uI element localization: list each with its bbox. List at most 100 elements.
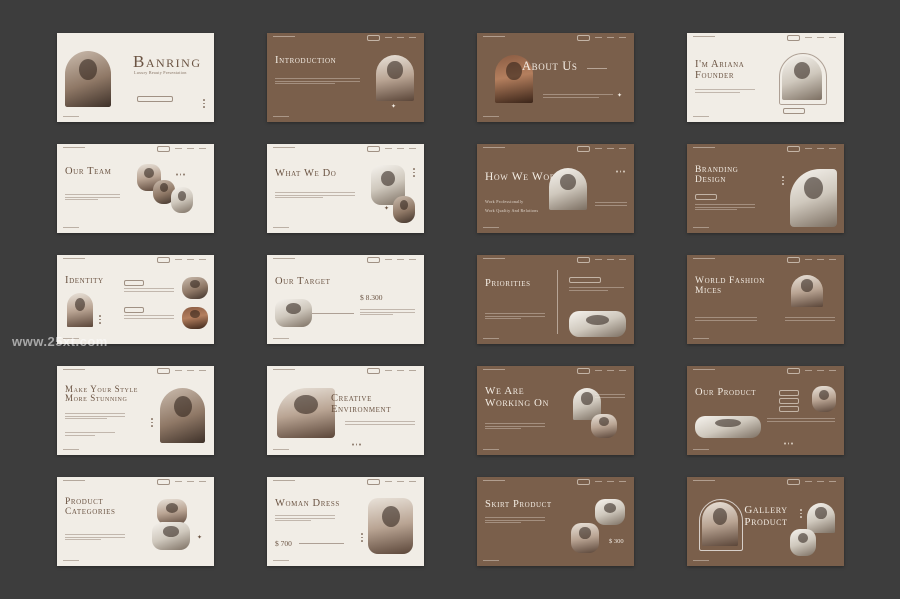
slide-our-target[interactable]: Our Target $ 8.300 [267, 255, 424, 344]
sparkle-icon: ✦ [384, 205, 390, 212]
slide-footer [273, 448, 289, 450]
slide-title: Branding Design [695, 165, 739, 185]
slide-our-product[interactable]: Our Product [687, 366, 844, 455]
slide-footer [483, 559, 499, 561]
product-chip-1 [779, 390, 799, 396]
slide-topbar [483, 257, 628, 263]
identity-photo-1 [67, 293, 93, 327]
founder-chip [783, 108, 805, 114]
slide-priorities[interactable]: Priorities [477, 255, 634, 344]
sparkle-icon: ✦ [617, 92, 623, 99]
gallery-photo-3 [790, 529, 816, 556]
slide-title: About Us [522, 59, 578, 73]
slide-about-us[interactable]: About Us ✦ [477, 33, 634, 122]
slide-title: Creative Environment [331, 393, 392, 416]
dots-icon [351, 443, 361, 445]
slide-introduction[interactable]: Introduction ✦ [267, 33, 424, 122]
slide-footer [483, 226, 499, 228]
body-text [275, 192, 355, 200]
slide-creative-environment[interactable]: Creative Environment [267, 366, 424, 455]
slide-topbar [273, 368, 418, 374]
slide-make-your-style[interactable]: Make Your Style More Stunning [57, 366, 214, 455]
skirt-photo-1 [595, 499, 625, 525]
body-text [124, 315, 174, 320]
slide-topbar [483, 35, 628, 41]
product-chip-3 [779, 406, 799, 412]
body-text [345, 421, 415, 426]
slide-footer [693, 559, 709, 561]
slide-topbar [63, 368, 208, 374]
body-text [124, 288, 174, 293]
cover-subtitle: Luxury Beauty Presentation [134, 70, 187, 75]
slide-woman-dress[interactable]: Woman Dress $ 700 [267, 477, 424, 566]
body-text [569, 287, 624, 292]
slide-title: Identity [65, 275, 104, 286]
identity-chip-2 [124, 307, 144, 313]
slide-our-team[interactable]: Our Team [57, 144, 214, 233]
slide-world-fashion[interactable]: World Fashion Mices [687, 255, 844, 344]
branding-photo [790, 169, 837, 227]
slide-footer [483, 115, 499, 117]
slide-footer [273, 337, 289, 339]
divider [557, 270, 558, 334]
slide-footer [63, 559, 79, 561]
dots-icon [413, 168, 415, 179]
slide-title: World Fashion Mices [695, 276, 765, 296]
slide-topbar [63, 146, 208, 152]
dots-icon [99, 315, 101, 326]
slide-title: Our Target [275, 276, 331, 287]
slide-founder[interactable]: I'm Ariana Founder [687, 33, 844, 122]
slide-footer [693, 337, 709, 339]
slide-topbar [273, 35, 418, 41]
slide-title: Make Your Style More Stunning [65, 384, 139, 404]
slide-title: Priorities [485, 278, 531, 289]
body-text [785, 317, 835, 322]
slide-branding-design[interactable]: Branding Design [687, 144, 844, 233]
identity-photo-2 [182, 277, 208, 299]
slide-what-we-do[interactable]: What We Do ✦ [267, 144, 424, 233]
body-text [65, 534, 125, 542]
priorities-chip [569, 277, 601, 283]
dots-icon [800, 509, 802, 520]
team-photo-3 [171, 187, 193, 213]
slide-how-we-work[interactable]: How We Work Work Professionally Work Qua… [477, 144, 634, 233]
slide-footer [693, 226, 709, 228]
slide-gallery-product[interactable]: Gallery Product [687, 477, 844, 566]
slide-product-categories[interactable]: Product Categories ✦ [57, 477, 214, 566]
work-item-2: Work Quality And Relations [485, 208, 539, 213]
what-photo-2 [393, 196, 415, 223]
body-text [275, 515, 335, 523]
watermark-text: www.25xt.com [12, 334, 108, 349]
slide-footer [693, 115, 709, 117]
slide-footer [483, 448, 499, 450]
body-text [360, 309, 415, 317]
slide-topbar [63, 479, 208, 485]
body-text [595, 394, 625, 399]
slide-skirt-product[interactable]: Skirt Product $ 300 [477, 477, 634, 566]
body-text [695, 317, 757, 322]
slide-title: Skirt Product [485, 499, 552, 510]
slide-topbar [693, 35, 838, 41]
divider [299, 543, 344, 544]
body-text [595, 202, 627, 207]
skirt-price: $ 300 [609, 538, 624, 545]
slide-footer [483, 337, 499, 339]
slide-footer [693, 448, 709, 450]
slide-title: We Are Working On [485, 385, 549, 409]
fashion-photo [791, 275, 823, 307]
divider [587, 68, 607, 69]
dots-icon [361, 533, 363, 544]
slide-working-on[interactable]: We Are Working On [477, 366, 634, 455]
slide-title: Our Team [65, 166, 112, 177]
identity-photo-3 [182, 307, 208, 329]
slide-title: What We Do [275, 168, 337, 179]
body-text [695, 204, 755, 212]
slide-footer [63, 115, 79, 117]
branding-chip [695, 194, 717, 200]
body-text [485, 423, 545, 431]
slide-topbar [693, 368, 838, 374]
slide-identity[interactable]: Identity [57, 255, 214, 344]
slide-cover[interactable]: Banring Luxury Beauty Presentation [57, 33, 214, 122]
slide-title: Woman Dress [275, 498, 340, 509]
dots-icon [175, 173, 185, 175]
